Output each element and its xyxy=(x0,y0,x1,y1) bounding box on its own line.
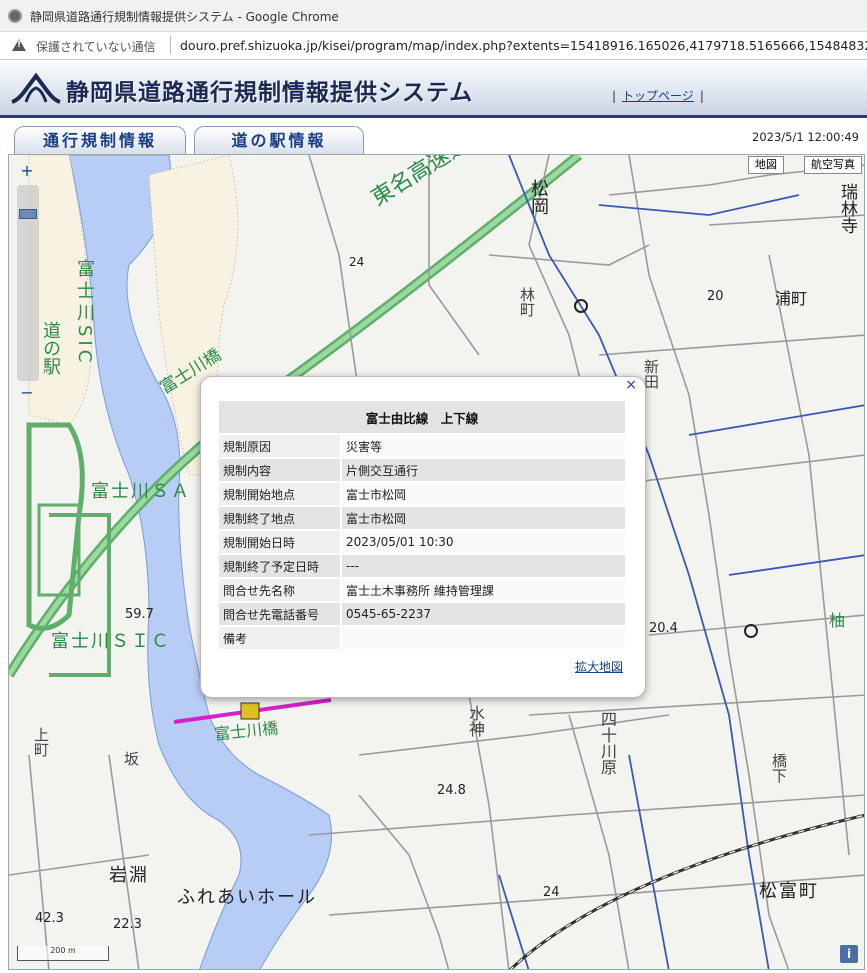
map-label-elev-24-top: 24 xyxy=(349,255,365,269)
chrome-icon xyxy=(8,9,22,23)
address-bar[interactable]: 保護されていない通信 douro.pref.shizuoka.jp/kisei/… xyxy=(0,32,867,60)
table-row: 規制原因 災害等 xyxy=(219,435,625,457)
zoom-slider-thumb[interactable] xyxy=(19,209,37,219)
map-label-zuirinji: 瑞林寺 xyxy=(837,183,857,234)
map-label-elev-20-4: 20.4 xyxy=(649,621,678,636)
tab-roadside-stations[interactable]: 道の駅情報 xyxy=(194,126,364,154)
insecure-label[interactable]: 保護されていない通信 xyxy=(36,38,156,55)
map-label-saka: 坂 xyxy=(122,751,140,766)
map-label-elev-59-7: 59.7 xyxy=(125,607,154,622)
map-type-map-button[interactable]: 地図 xyxy=(748,156,784,174)
map-label-fujikawa-sa: 富士川ＳＡ xyxy=(91,481,191,502)
zoom-slider[interactable] xyxy=(17,185,39,381)
table-row: 規制内容 片側交互通行 xyxy=(219,459,625,481)
address-separator xyxy=(170,36,171,54)
table-row: 規制開始地点 富士市松岡 xyxy=(219,483,625,505)
map-label-michi-no-eki: 道の駅 xyxy=(40,321,61,375)
top-page-link[interactable]: トップページ xyxy=(622,89,694,103)
map-label-iwabuchi: 岩淵 xyxy=(109,865,149,886)
update-timestamp: 2023/5/1 12:00:49 xyxy=(752,130,859,144)
map-label-matsutomi: 松富町 xyxy=(759,881,819,902)
shizuoka-logo-icon xyxy=(11,72,61,104)
map-label-fujikawa-sic-vertical: 富士川SIC xyxy=(74,259,95,367)
map-label-yanagi: 柚 xyxy=(829,611,846,630)
map-label-kamimachi: 上町 xyxy=(32,727,50,757)
site-header: 静岡県道路通行規制情報提供システム | トップページ | xyxy=(0,60,867,118)
map-label-matsuoka: 松岡 xyxy=(528,179,549,215)
link-separator-right: | xyxy=(699,89,704,103)
map-label-mizugami: 水神 xyxy=(466,705,485,737)
table-row: 規制開始日時 2023/05/01 10:30 xyxy=(219,531,625,553)
table-row: 問合せ先名称 富士土木事務所 維持管理課 xyxy=(219,579,625,601)
popup-heading: 富士由比線 上下線 xyxy=(219,401,625,433)
restriction-info-popup: × 富士由比線 上下線 規制原因 災害等 規制内容 片側交互通行 規制開始地点 富士市… xyxy=(200,376,646,698)
map-label-fujikawa-sic: 富士川ＳＩＣ xyxy=(51,631,171,652)
window-title: 静岡県道路通行規制情報提供システム - Google Chrome xyxy=(30,10,339,24)
map-label-shijikkawara: 四十川原 xyxy=(598,711,617,775)
popup-close-icon[interactable]: × xyxy=(625,377,637,393)
map-scale-bar: 200 m xyxy=(17,946,109,961)
table-row: 備考 xyxy=(219,627,625,649)
map-label-elev-24-bottom: 24 xyxy=(543,885,560,900)
site-title: 静岡県道路通行規制情報提供システム xyxy=(66,80,474,106)
url-text[interactable]: douro.pref.shizuoka.jp/kisei/program/map… xyxy=(180,38,867,53)
map-label-elev-42-3: 42.3 xyxy=(35,911,64,926)
warning-icon[interactable] xyxy=(12,39,26,51)
map-label-elev-20: 20 xyxy=(707,289,724,304)
enlarge-map-link[interactable]: 拡大地図 xyxy=(575,658,623,675)
tab-bar: 通行規制情報 道の駅情報 2023/5/1 12:00:49 xyxy=(0,120,867,154)
table-row: 規制終了地点 富士市松岡 xyxy=(219,507,625,529)
map-label-hashishita: 橋下 xyxy=(770,753,788,783)
map-label-elev-24-8: 24.8 xyxy=(437,783,466,798)
link-separator-left: | xyxy=(612,89,617,103)
map-label-elev-22-3: 22.3 xyxy=(113,917,142,932)
table-row: 問合せ先電話番号 0545-65-2237 xyxy=(219,603,625,625)
top-links: | トップページ | xyxy=(612,87,704,104)
table-row: 規制終了予定日時 --- xyxy=(219,555,625,577)
zoom-in-icon[interactable]: + xyxy=(17,161,37,181)
map-label-uramachi: 浦町 xyxy=(775,289,808,308)
browser-title-bar: 静岡県道路通行規制情報提供システム - Google Chrome xyxy=(0,0,867,32)
map-label-hayashimachi: 林町 xyxy=(518,287,536,317)
tab-traffic-restrictions[interactable]: 通行規制情報 xyxy=(14,126,186,154)
info-icon[interactable]: i xyxy=(840,945,858,963)
restriction-details-table: 富士由比線 上下線 規制原因 災害等 規制内容 片側交互通行 規制開始地点 富士市松岡… xyxy=(219,399,625,651)
map-type-aerial-button[interactable]: 航空写真 xyxy=(804,156,862,174)
zoom-out-icon[interactable]: − xyxy=(17,383,37,403)
map-label-fureai-hall: ふれあいホール xyxy=(177,887,317,908)
